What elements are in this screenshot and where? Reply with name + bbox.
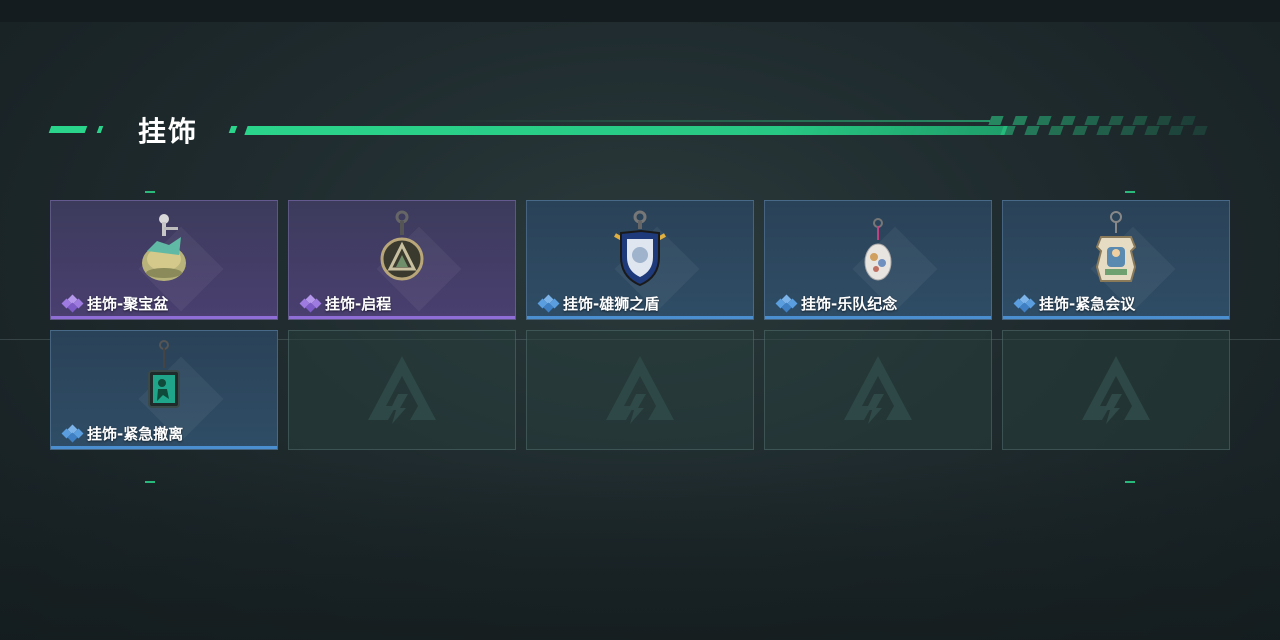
charm-label-row: 挂饰-紧急撤离 <box>61 423 184 443</box>
charm-name: 挂饰-紧急会议 <box>1039 294 1136 313</box>
empty-slot[interactable] <box>526 330 754 450</box>
checker-square <box>1120 126 1136 135</box>
checker-square <box>1060 116 1076 125</box>
rarity-bar <box>765 316 991 319</box>
charm-slot[interactable]: 挂饰-聚宝盆 <box>50 200 278 320</box>
band-memorial-charm-icon <box>843 207 913 289</box>
checker-square <box>1000 126 1016 135</box>
corner-tick <box>145 481 155 483</box>
blue-rarity-icon <box>775 294 798 313</box>
corner-tick <box>1125 481 1135 483</box>
empty-slot[interactable] <box>764 330 992 450</box>
charm-name: 挂饰-聚宝盆 <box>87 294 169 313</box>
top-band <box>0 0 1280 22</box>
charm-label-row: 挂饰-启程 <box>299 293 392 313</box>
blue-rarity-icon <box>537 294 560 313</box>
lion-shield-charm-icon <box>605 207 675 289</box>
section-title: 挂饰 <box>138 115 199 148</box>
placeholder-logo-icon <box>362 350 442 430</box>
checker-square <box>1036 116 1052 125</box>
checker-square <box>988 116 1004 125</box>
checker-square <box>1024 126 1040 135</box>
empty-slot[interactable] <box>1002 330 1230 450</box>
checker-square <box>1192 126 1208 135</box>
checker-square <box>1084 116 1100 125</box>
placeholder-logo-icon <box>600 350 680 430</box>
charm-label-row: 挂饰-乐队纪念 <box>775 293 898 313</box>
charm-slot[interactable]: 挂饰-乐队纪念 <box>764 200 992 320</box>
rarity-bar <box>1003 316 1229 319</box>
checker-square <box>1132 116 1148 125</box>
emergency-evacuation-charm-icon <box>129 337 199 419</box>
rarity-bar <box>289 316 515 319</box>
checker-square <box>1048 126 1064 135</box>
charm-name: 挂饰-乐队纪念 <box>801 294 898 313</box>
checker-square <box>1156 116 1172 125</box>
purple-rarity-icon <box>61 294 84 313</box>
blue-rarity-icon <box>61 424 84 443</box>
charm-name: 挂饰-启程 <box>325 294 392 313</box>
header-checker-pattern <box>988 116 1208 138</box>
blue-rarity-icon <box>1013 294 1036 313</box>
charm-label-row: 挂饰-聚宝盆 <box>61 293 169 313</box>
empty-slot[interactable] <box>288 330 516 450</box>
emergency-meeting-charm-icon <box>1081 207 1151 289</box>
rarity-bar <box>527 316 753 319</box>
charm-label-row: 挂饰-紧急会议 <box>1013 293 1136 313</box>
placeholder-logo-icon <box>838 350 918 430</box>
header-accent-bar <box>228 126 238 133</box>
rarity-bar <box>51 316 277 319</box>
charm-label-row: 挂饰-雄狮之盾 <box>537 293 660 313</box>
departure-charm-icon <box>367 207 437 289</box>
treasure-bowl-charm-icon <box>129 207 199 289</box>
header-thin-line <box>450 120 990 122</box>
charm-grid: 挂饰-聚宝盆 挂饰-启程 挂饰-雄狮之盾 挂饰-乐队纪念 挂饰-紧急会议 挂饰-… <box>50 200 1230 450</box>
checker-square <box>1144 126 1160 135</box>
charm-slot[interactable]: 挂饰-启程 <box>288 200 516 320</box>
checker-square <box>1180 116 1196 125</box>
charm-name: 挂饰-雄狮之盾 <box>563 294 660 313</box>
charm-slot[interactable]: 挂饰-紧急会议 <box>1002 200 1230 320</box>
corner-tick <box>1125 191 1135 193</box>
header-accent-bar <box>48 126 88 133</box>
charm-slot[interactable]: 挂饰-雄狮之盾 <box>526 200 754 320</box>
section-header: 挂饰 <box>48 108 1210 148</box>
background-scenery <box>0 460 1280 640</box>
checker-square <box>1072 126 1088 135</box>
checker-square <box>1012 116 1028 125</box>
checker-square <box>1168 126 1184 135</box>
checker-square <box>1096 126 1112 135</box>
corner-tick <box>145 191 155 193</box>
purple-rarity-icon <box>299 294 322 313</box>
charm-name: 挂饰-紧急撤离 <box>87 424 184 443</box>
checker-square <box>1108 116 1124 125</box>
header-accent-bar <box>96 126 104 133</box>
header-accent-line <box>244 126 1008 135</box>
placeholder-logo-icon <box>1076 350 1156 430</box>
rarity-bar <box>51 446 277 449</box>
charm-slot[interactable]: 挂饰-紧急撤离 <box>50 330 278 450</box>
